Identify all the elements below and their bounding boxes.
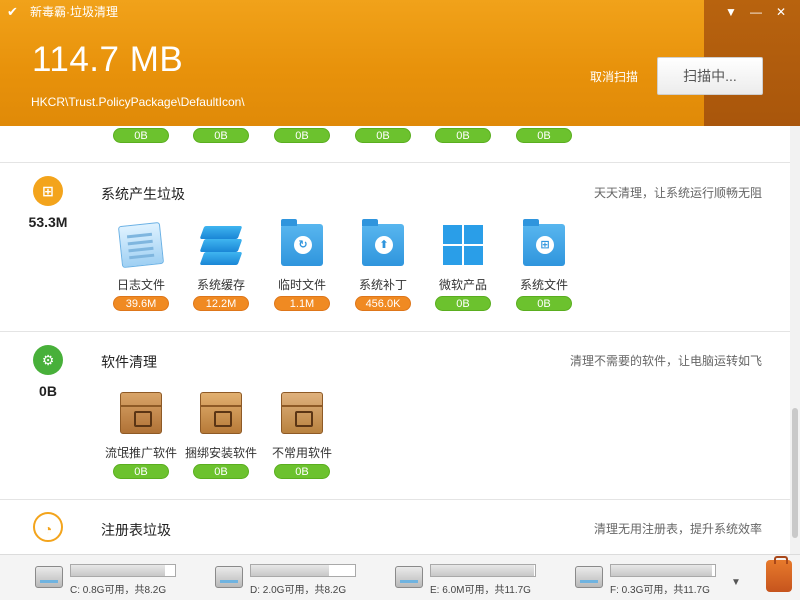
drive-usage-bar (610, 564, 716, 577)
title-bar: ✔ 新毒霸·垃圾清理 ▼ — ✕ (0, 0, 800, 24)
section-title: 注册表垃圾 (101, 522, 171, 538)
header: ✔ 新毒霸·垃圾清理 ▼ — ✕ 114.7 MB HKCR\Trust.Pol… (0, 0, 800, 126)
divider (0, 162, 790, 163)
drive-label: D: 2.0G可用，共8.2G (250, 585, 347, 596)
box-icon (281, 392, 323, 434)
box-icon (120, 392, 162, 434)
drive-c: C: 0.8G可用，共8.2G (35, 562, 195, 596)
item-label: 微软产品 (438, 278, 487, 292)
divider (0, 331, 790, 332)
patch-folder-icon: ⬆ (362, 219, 404, 266)
hard-drive-icon (35, 566, 63, 588)
close-icon[interactable]: ✕ (772, 3, 790, 21)
status-pill: 0B (274, 128, 330, 143)
item-label: 流氓推广软件 (104, 446, 177, 460)
software-junk-icon: ⚙ (33, 345, 63, 375)
divider (0, 499, 790, 500)
scrollbar-thumb[interactable] (792, 408, 798, 538)
item-size-pill: 0B (435, 296, 491, 311)
item-size-pill: 0B (113, 464, 169, 479)
section-size: 53.3M (28, 214, 68, 230)
drive-usage-bar (430, 564, 536, 577)
minimize-icon[interactable]: — (747, 3, 765, 21)
item-label: 系统文件 (519, 278, 568, 292)
item-label: 日志文件 (116, 278, 165, 292)
item-size-pill: 0B (516, 296, 572, 311)
drive-usage-fill (251, 565, 329, 576)
system-folder-icon: ⊞ (523, 219, 565, 266)
temp-folder-icon: ↻ (281, 219, 323, 266)
cancel-scan-link[interactable]: 取消扫描 (590, 68, 638, 85)
status-pill: 0B (435, 128, 491, 143)
section-title: 系统产生垃圾 (101, 186, 185, 202)
drive-usage-bar (250, 564, 356, 577)
menu-dropdown-icon[interactable]: ▼ (722, 3, 740, 21)
hard-drive-icon (575, 566, 603, 588)
bundle-box-icon (200, 392, 242, 434)
section-desc: 清理不需要的软件，让电脑运转如飞 (569, 354, 762, 368)
scan-results-list[interactable]: 0B 0B 0B 0B 0B 0B ⊞ 53.3M 系统产生垃圾 天天清理，让系… (0, 126, 800, 554)
scan-path: HKCR\Trust.PolicyPackage\DefaultIcon\ (31, 95, 245, 109)
drive-usage-fill (611, 565, 712, 576)
item-label: 不常用软件 (271, 446, 332, 460)
drive-label: C: 0.8G可用，共8.2G (70, 585, 167, 596)
section-desc: 清理无用注册表，提升系统效率 (593, 522, 762, 536)
drive-f: F: 0.3G可用，共11.7G (575, 562, 735, 596)
item-size-pill: 1.1M (274, 296, 330, 311)
drive-label: E: 6.0M可用，共11.7G (430, 585, 531, 596)
total-junk-size: 114.7 MB (32, 40, 184, 79)
hard-drive-icon (395, 566, 423, 588)
log-file-icon (117, 221, 165, 269)
more-drives-arrow-icon[interactable]: ▼ (731, 577, 741, 588)
app-title: 新毒霸·垃圾清理 (30, 5, 118, 19)
hard-drive-icon (215, 566, 243, 588)
status-pill: 0B (516, 128, 572, 143)
item-label: 捆绑安装软件 (184, 446, 257, 460)
section-size: 0B (39, 383, 57, 399)
drive-label: F: 0.3G可用，共11.7G (610, 585, 710, 596)
item-label: 临时文件 (277, 278, 326, 292)
duba-logo-icon: ✔ (7, 4, 18, 19)
item-size-pill: 456.0K (355, 296, 411, 311)
toolbox-icon[interactable] (766, 556, 792, 592)
status-pill: 0B (193, 128, 249, 143)
drive-usage-fill (71, 565, 165, 576)
drive-usage-bar (70, 564, 176, 577)
item-size-pill: 12.2M (193, 296, 249, 311)
item-size-pill: 0B (274, 464, 330, 479)
status-pill: 0B (113, 128, 169, 143)
item-size-pill: 0B (193, 464, 249, 479)
drive-usage-fill (431, 565, 534, 576)
section-desc: 天天清理，让系统运行顺畅无阻 (593, 186, 762, 200)
registry-junk-icon: ◔ (33, 512, 63, 542)
item-label: 系统补丁 (358, 278, 407, 292)
scanning-button[interactable]: 扫描中... (657, 57, 763, 95)
cache-stack-icon (199, 224, 243, 266)
status-pill: 0B (355, 128, 411, 143)
item-size-pill: 39.6M (113, 296, 169, 311)
item-label: 系统缓存 (196, 278, 245, 292)
windows-junk-icon: ⊞ (33, 176, 63, 206)
windows-logo-icon (442, 224, 484, 266)
drive-e: E: 6.0M可用，共11.7G (395, 562, 555, 596)
section-title: 软件清理 (101, 354, 157, 370)
drive-d: D: 2.0G可用，共8.2G (215, 562, 375, 596)
